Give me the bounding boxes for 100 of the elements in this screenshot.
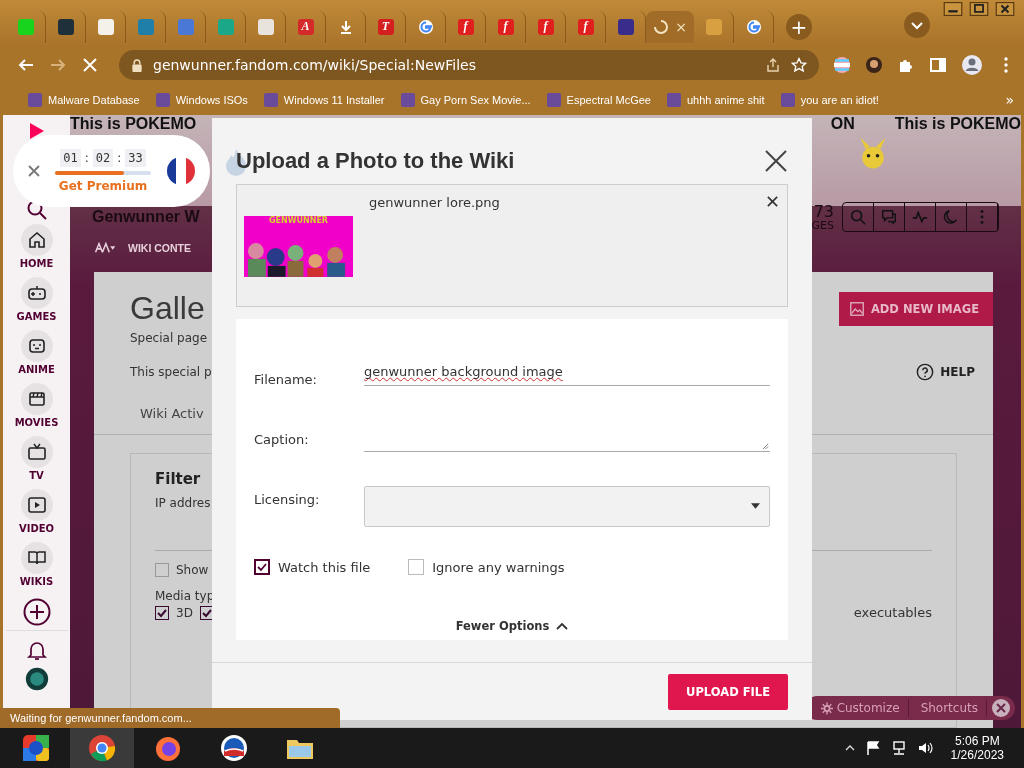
shortcuts-button[interactable]: Shortcuts bbox=[912, 699, 987, 717]
file-name: genwunner lore.png bbox=[369, 195, 500, 212]
lock-icon bbox=[131, 58, 143, 72]
checkbox-label: Ignore any warnings bbox=[432, 559, 565, 575]
field-label: Licensing: bbox=[254, 491, 321, 507]
field-label: Filename: bbox=[254, 371, 318, 387]
tab-search-chevron-icon[interactable] bbox=[904, 11, 930, 38]
filename-input[interactable]: genwunner background image bbox=[364, 364, 770, 386]
browser-tab[interactable]: A bbox=[286, 10, 326, 43]
round-logo-icon bbox=[219, 733, 249, 763]
face-icon bbox=[26, 336, 47, 356]
activity-tab[interactable]: Wiki Activ bbox=[140, 406, 204, 421]
close-icon[interactable] bbox=[27, 164, 41, 178]
timer-separator: : bbox=[117, 151, 122, 165]
address-bar[interactable]: genwunner.fandom.com/wiki/Special:NewFiles bbox=[119, 50, 819, 80]
site-favicon-icon: f bbox=[457, 18, 474, 35]
site-favicon-icon: A bbox=[297, 18, 314, 35]
close-icon[interactable] bbox=[994, 2, 1016, 16]
bookmark-link[interactable]: Windows 11 Installer bbox=[263, 93, 385, 107]
flag-icon[interactable] bbox=[166, 156, 196, 186]
checkbox[interactable] bbox=[155, 605, 169, 620]
google-icon bbox=[417, 18, 434, 35]
plus-circle-icon[interactable] bbox=[22, 598, 51, 626]
tv-icon bbox=[26, 442, 47, 462]
bookmark-link[interactable]: uhhh anime shit bbox=[666, 93, 765, 107]
play-icon bbox=[26, 495, 47, 515]
avatar-extension-icon[interactable] bbox=[865, 56, 883, 74]
checkbox[interactable] bbox=[408, 559, 425, 575]
minimize-icon[interactable] bbox=[942, 2, 964, 16]
page-title: Galle bbox=[130, 290, 205, 327]
upload-file-button[interactable]: UPLOAD FILE bbox=[668, 673, 788, 710]
browser-tab[interactable]: × bbox=[646, 10, 694, 43]
gamepad-icon bbox=[26, 283, 47, 303]
timer-minutes: 02 bbox=[92, 149, 114, 167]
checkbox-label: executables bbox=[853, 605, 932, 620]
checkbox-label: 3D bbox=[176, 605, 193, 620]
fewer-options-toggle[interactable]: Fewer Options bbox=[455, 619, 569, 633]
status-bar: Waiting for genwunner.fandom.com... bbox=[0, 708, 340, 728]
more-bookmarks-button[interactable]: » bbox=[1005, 92, 1014, 108]
timer-separator: : bbox=[84, 151, 89, 165]
bell-icon[interactable] bbox=[25, 639, 48, 661]
share-icon[interactable] bbox=[765, 57, 781, 73]
browser-tab[interactable]: T bbox=[366, 10, 406, 43]
speaker-icon[interactable] bbox=[916, 740, 933, 756]
new-tab-button[interactable]: + bbox=[786, 13, 812, 40]
stop-loading-icon[interactable] bbox=[81, 56, 99, 74]
close-tab-button[interactable]: × bbox=[675, 18, 687, 35]
taskbar-app[interactable] bbox=[70, 728, 134, 768]
caret-icon bbox=[751, 502, 760, 509]
clapperboard-icon bbox=[26, 389, 47, 409]
search-icon[interactable] bbox=[25, 199, 48, 221]
field-label: Caption: bbox=[254, 431, 310, 447]
network-icon[interactable] bbox=[890, 740, 907, 756]
get-premium-link[interactable]: Get Premium bbox=[58, 179, 148, 193]
pages-label: GES bbox=[811, 219, 834, 231]
checkbox-label: Watch this file bbox=[278, 559, 371, 575]
browser-tab[interactable]: f bbox=[566, 10, 606, 43]
remove-file-icon[interactable] bbox=[766, 195, 779, 208]
chrome-icon bbox=[87, 733, 117, 763]
flag-icon[interactable] bbox=[864, 740, 881, 756]
star-icon[interactable] bbox=[791, 57, 807, 73]
close-icon[interactable] bbox=[991, 698, 1011, 718]
checkbox[interactable] bbox=[254, 559, 270, 575]
image-icon bbox=[848, 300, 865, 317]
page-subtitle: Special page bbox=[130, 331, 209, 345]
resize-handle-icon[interactable] bbox=[762, 442, 769, 450]
timer-hours: 01 bbox=[60, 149, 81, 167]
bookmark-link[interactable]: Espectral McGee bbox=[546, 93, 651, 107]
checkbox-label: Show bbox=[176, 563, 209, 577]
browser-tab[interactable]: f bbox=[446, 10, 486, 43]
intro-text: This special p bbox=[130, 365, 212, 379]
clock-date[interactable]: 1/26/2023 bbox=[950, 748, 1004, 762]
loading-spinner-icon bbox=[653, 18, 670, 35]
google-icon bbox=[745, 18, 762, 35]
help-link[interactable]: HELP bbox=[916, 363, 975, 381]
add-new-image-button[interactable]: ADD NEW IMAGE bbox=[838, 291, 993, 326]
close-icon[interactable] bbox=[764, 149, 788, 173]
sidebar-nav-item[interactable]: MOVIES bbox=[14, 383, 59, 433]
nav-link[interactable]: WIKI CONTE bbox=[128, 242, 191, 254]
bookmark-link[interactable]: Gay Porn Sex Movie... bbox=[400, 93, 531, 107]
site-favicon-icon: f bbox=[577, 18, 594, 35]
browser-tab[interactable]: f bbox=[486, 10, 526, 43]
profile-avatar-icon[interactable] bbox=[961, 54, 983, 76]
user-avatar-icon[interactable] bbox=[24, 667, 49, 691]
bookmark-link[interactable]: you are an idiot! bbox=[780, 93, 879, 107]
banner-text: This is POKEMO bbox=[70, 116, 197, 132]
checkbox[interactable] bbox=[155, 563, 169, 577]
bookmark-link[interactable]: Malware Database bbox=[28, 93, 140, 107]
maximize-icon[interactable] bbox=[968, 2, 990, 16]
clock-time[interactable]: 5:06 PM bbox=[954, 734, 1000, 748]
browser-tab[interactable]: f bbox=[526, 10, 566, 43]
start-orb-icon bbox=[21, 733, 51, 763]
url-text: genwunner.fandom.com/wiki/Special:NewFiles bbox=[153, 57, 476, 73]
side-panel-icon[interactable] bbox=[929, 56, 947, 74]
show-hidden-icons-icon[interactable] bbox=[844, 745, 855, 751]
flag-extension-icon[interactable] bbox=[833, 56, 851, 74]
chevron-up-icon bbox=[556, 622, 569, 630]
wiki-menu-dropdown-icon[interactable] bbox=[94, 242, 116, 254]
bookmark-link[interactable]: Windows ISOs bbox=[155, 93, 248, 107]
help-icon bbox=[916, 363, 935, 381]
